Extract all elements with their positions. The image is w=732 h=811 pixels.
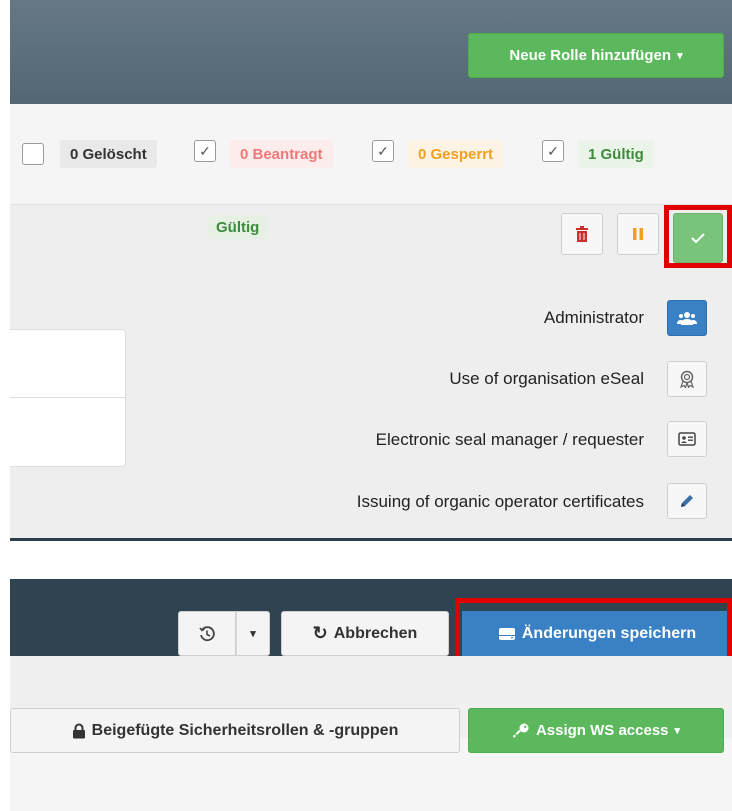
caret-down-icon: ▾: [674, 725, 681, 737]
pause-icon: [633, 228, 643, 240]
perm-seal-manager-toggle[interactable]: [667, 421, 707, 457]
users-icon: [677, 312, 697, 325]
filter-locked-label: 0 Gesperrt: [408, 140, 504, 168]
caret-down-icon: ▾: [250, 628, 256, 640]
trash-icon: [576, 226, 588, 242]
attached-roles-button[interactable]: Beigefügte Sicherheitsrollen & -gruppen: [10, 708, 460, 753]
check-icon: ✓: [547, 142, 559, 159]
filter-locked-checkbox[interactable]: ✓: [372, 140, 394, 162]
attached-roles-label: Beigefügte Sicherheitsrollen & -gruppen: [91, 721, 399, 739]
approve-role-button[interactable]: [673, 213, 723, 263]
filter-deleted-label: 0 Gelöscht: [60, 140, 157, 168]
delete-role-button[interactable]: [561, 213, 603, 255]
perm-organic-certs-toggle[interactable]: [667, 483, 707, 519]
check-icon: ✓: [199, 142, 211, 159]
cancel-button[interactable]: ↻ Abbrechen: [281, 611, 449, 656]
perm-administrator-toggle[interactable]: [667, 300, 707, 336]
perm-organic-certs-label: Issuing of organic operator certificates: [356, 492, 644, 511]
filter-deleted-checkbox[interactable]: [22, 143, 44, 165]
role-status-badge: Gültig: [208, 215, 268, 239]
filter-valid-label: 1 Gültig: [578, 140, 654, 168]
id-card-icon: [678, 432, 696, 446]
filter-requested-label: 0 Beantragt: [230, 140, 333, 168]
cancel-label: Abbrechen: [333, 624, 418, 642]
perm-seal-manager-label: Electronic seal manager / requester: [375, 430, 644, 449]
history-button[interactable]: [178, 611, 236, 656]
history-dropdown-toggle[interactable]: ▾: [236, 611, 270, 656]
hard-drive-icon: [498, 627, 515, 640]
award-icon: [680, 370, 694, 388]
assign-ws-access-label: Assign WS access: [535, 722, 669, 739]
check-icon: ✓: [377, 142, 389, 159]
suspend-role-button[interactable]: [617, 213, 659, 255]
perm-eseal-label: Use of organisation eSeal: [449, 369, 644, 388]
caret-down-icon: ▾: [677, 50, 683, 62]
assign-ws-access-button[interactable]: Assign WS access ▾: [468, 708, 724, 753]
perm-administrator-label: Administrator: [543, 308, 644, 327]
check-icon: [691, 233, 705, 244]
filter-valid-checkbox[interactable]: ✓: [542, 140, 564, 162]
lock-icon: [72, 723, 85, 738]
save-changes-button[interactable]: Änderungen speichern: [462, 611, 732, 656]
key-icon: [512, 723, 529, 738]
role-detail-card: [10, 329, 126, 467]
history-icon: [199, 625, 215, 641]
divider: [10, 397, 126, 398]
add-role-button[interactable]: Neue Rolle hinzufügen ▾: [468, 33, 724, 78]
add-role-label: Neue Rolle hinzufügen: [509, 47, 672, 64]
perm-eseal-toggle[interactable]: [667, 361, 707, 397]
redo-icon: ↻: [312, 623, 328, 643]
save-changes-label: Änderungen speichern: [521, 624, 697, 642]
pencil-icon: [681, 495, 693, 507]
divider: [10, 538, 732, 541]
filter-requested-checkbox[interactable]: ✓: [194, 140, 216, 162]
